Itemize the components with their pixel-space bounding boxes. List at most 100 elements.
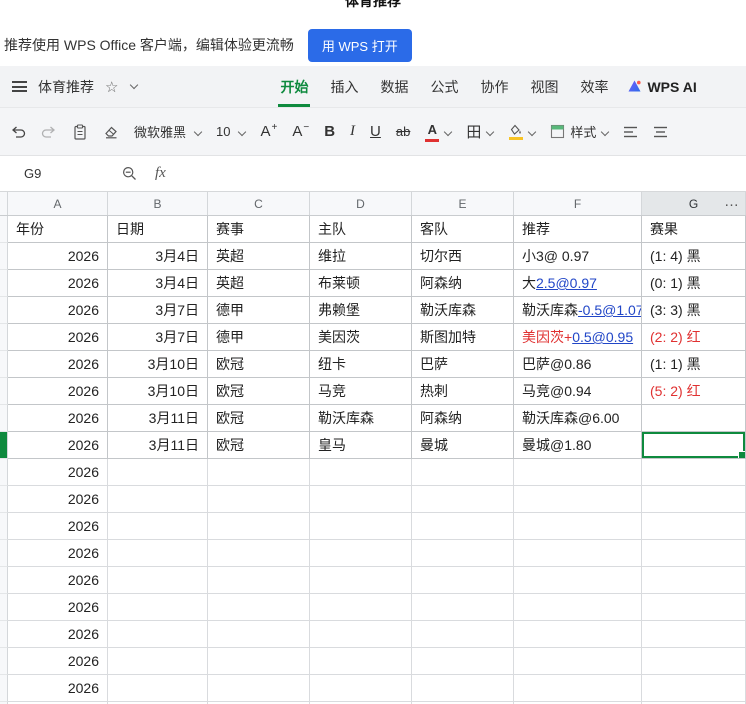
cell[interactable] [642,405,746,432]
row-header[interactable] [0,486,8,513]
clear-format-eraser-button[interactable] [103,124,119,139]
cell[interactable] [208,459,310,486]
cell[interactable] [412,459,514,486]
cell[interactable]: 阿森纳 [412,405,514,432]
cell[interactable] [642,594,746,621]
cell[interactable]: 小3@ 0.97 [514,243,642,270]
cell[interactable]: 巴萨@0.86 [514,351,642,378]
cell[interactable]: 2026 [8,567,108,594]
align-center-button[interactable] [653,126,668,138]
cell[interactable]: 维拉 [310,243,412,270]
cell[interactable]: 弗赖堡 [310,297,412,324]
cell[interactable]: 大 2.5@0.97 [514,270,642,297]
header-cell[interactable]: 推荐 [514,216,642,243]
column-header-D[interactable]: D [310,192,412,215]
tab-formulas[interactable]: 公式 [419,66,469,107]
insert-function-button[interactable]: fx [155,165,166,182]
column-header-C[interactable]: C [208,192,310,215]
cell[interactable]: 英超 [208,270,310,297]
cell[interactable]: 美因茨 [310,324,412,351]
column-header-F[interactable]: F [514,192,642,215]
cell[interactable] [514,648,642,675]
cell[interactable] [514,486,642,513]
cell[interactable] [642,621,746,648]
row-header[interactable] [0,405,8,432]
cell[interactable]: 曼城@1.80 [514,432,642,459]
cell[interactable]: 2026 [8,648,108,675]
cell[interactable]: 2026 [8,324,108,351]
cell[interactable]: 勒沃库森 [310,405,412,432]
cell[interactable] [208,540,310,567]
cell[interactable] [208,513,310,540]
cell[interactable] [208,594,310,621]
row-header[interactable] [0,513,8,540]
header-cell[interactable]: 日期 [108,216,208,243]
cell[interactable]: 马竞 [310,378,412,405]
select-all-corner[interactable] [0,192,8,215]
column-header-B[interactable]: B [108,192,208,215]
row-header[interactable] [0,243,8,270]
cell[interactable]: 2026 [8,405,108,432]
cell[interactable] [208,648,310,675]
cell[interactable] [412,621,514,648]
cell[interactable] [108,675,208,702]
cell[interactable] [514,459,642,486]
row-header[interactable] [0,432,8,459]
cell[interactable]: 2026 [8,594,108,621]
redo-button[interactable] [41,125,57,139]
cell[interactable] [310,540,412,567]
font-size-select[interactable]: 10 [216,124,247,139]
cell[interactable]: 2026 [8,243,108,270]
cell[interactable] [208,621,310,648]
cell[interactable]: 3月10日 [108,378,208,405]
row-header[interactable] [0,594,8,621]
undo-button[interactable] [10,125,26,139]
italic-button[interactable]: I [350,123,355,140]
cell[interactable]: 曼城 [412,432,514,459]
cell[interactable] [514,594,642,621]
cell[interactable] [310,567,412,594]
borders-button[interactable]: 田 [466,121,495,142]
cell[interactable]: 欧冠 [208,432,310,459]
cell[interactable] [108,459,208,486]
row-header[interactable] [0,621,8,648]
cell[interactable] [208,567,310,594]
cell[interactable] [514,621,642,648]
cell[interactable] [412,675,514,702]
cell[interactable] [310,486,412,513]
row-header[interactable] [0,324,8,351]
cell[interactable] [208,486,310,513]
row-header[interactable] [0,270,8,297]
cell[interactable] [310,621,412,648]
cell[interactable]: 2026 [8,459,108,486]
cell[interactable]: 2026 [8,270,108,297]
cell[interactable]: (3: 3) 黑 [642,297,746,324]
cell[interactable] [108,648,208,675]
row-header[interactable] [0,459,8,486]
cell-name-box[interactable]: G9 [0,156,110,191]
row-header[interactable] [0,378,8,405]
cell[interactable]: 欧冠 [208,351,310,378]
strikethrough-button[interactable]: ab [396,124,410,139]
open-in-wps-button[interactable]: 用 WPS 打开 [307,28,412,62]
cell[interactable] [412,567,514,594]
row-header[interactable] [0,540,8,567]
paste-button[interactable] [72,123,88,140]
header-cell[interactable]: 主队 [310,216,412,243]
cell[interactable]: 2026 [8,486,108,513]
cell-styles-button[interactable]: 样式 [550,122,610,141]
row-header[interactable] [0,675,8,702]
row-header[interactable] [0,351,8,378]
cell[interactable] [108,486,208,513]
cell[interactable] [310,648,412,675]
tab-home[interactable]: 开始 [269,66,319,107]
row-header[interactable] [0,567,8,594]
cell[interactable]: 纽卡 [310,351,412,378]
cell[interactable]: 2026 [8,621,108,648]
cell[interactable] [108,513,208,540]
cell[interactable]: 3月10日 [108,351,208,378]
font-family-select[interactable]: 微软雅黑 [134,122,203,141]
cell[interactable]: 2026 [8,297,108,324]
cell[interactable] [642,432,746,459]
more-columns-button[interactable]: … [724,193,740,210]
